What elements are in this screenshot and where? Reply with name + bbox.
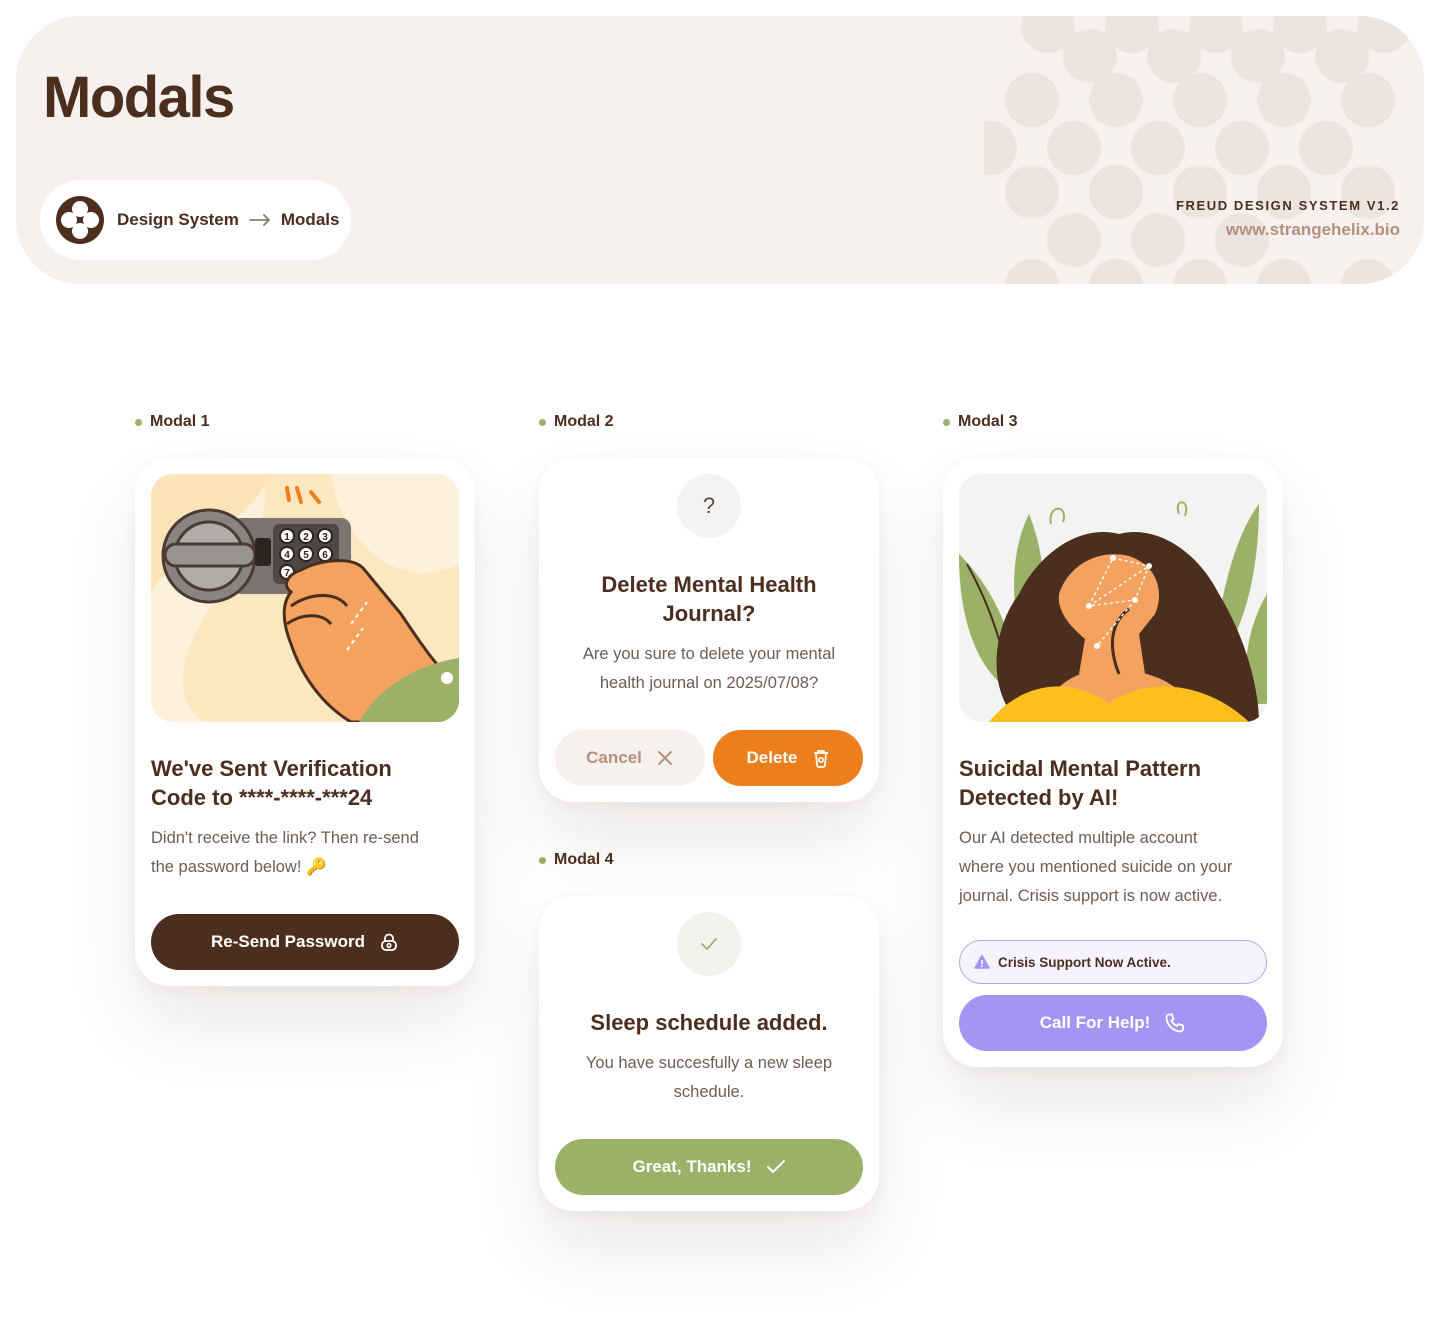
freud-logo-icon bbox=[56, 196, 104, 244]
decorative-dot-pattern bbox=[984, 16, 1411, 284]
crisis-support-alert-text: Crisis Support Now Active. bbox=[998, 954, 1171, 970]
modal-3-label: Modal 3 bbox=[943, 413, 1018, 431]
call-for-help-button[interactable]: Call For Help! bbox=[959, 995, 1267, 1051]
page-header: Modals Design System Modals FREUD DESIGN… bbox=[16, 16, 1424, 284]
breadcrumb-root[interactable]: Design System bbox=[117, 210, 239, 230]
keypad-key-1: 1 bbox=[284, 532, 290, 543]
modal-2-body: Are you sure to delete your mental healt… bbox=[582, 645, 836, 692]
arrow-right-icon bbox=[248, 214, 270, 226]
close-icon bbox=[657, 751, 672, 765]
design-system-version: FREUD DESIGN SYSTEM V1.2 bbox=[1175, 198, 1400, 213]
modal-2-delete-confirm: ? Delete Mental Health Journal? Are you … bbox=[539, 458, 879, 802]
modal-4-label: Modal 4 bbox=[539, 851, 614, 869]
question-icon: ? bbox=[677, 474, 741, 538]
crisis-support-alert: Crisis Support Now Active. bbox=[959, 940, 1267, 984]
modal-2-label: Modal 2 bbox=[539, 413, 614, 431]
modal-1-body: Didn't receive the link? Then re-send th… bbox=[151, 829, 419, 876]
modal-4-title: Sleep schedule added. bbox=[590, 1010, 828, 1035]
keypad-lock-illustration: 1 2 3 4 5 6 7 bbox=[151, 474, 459, 722]
trash-icon bbox=[813, 750, 828, 768]
modal-4-body: You have succesfully a new sleep schedul… bbox=[585, 1054, 833, 1101]
cancel-button[interactable]: Cancel bbox=[555, 730, 705, 786]
keypad-key-5: 5 bbox=[303, 550, 309, 561]
keypad-key-4: 4 bbox=[284, 550, 290, 561]
great-thanks-button[interactable]: Great, Thanks! bbox=[555, 1139, 863, 1195]
keypad-key-2: 2 bbox=[303, 532, 309, 543]
breadcrumb-current: Modals bbox=[280, 210, 340, 229]
checkmark-icon bbox=[766, 1160, 785, 1173]
lock-icon bbox=[381, 933, 397, 951]
keypad-key-3: 3 bbox=[322, 532, 328, 543]
check-circle-icon bbox=[677, 912, 741, 976]
warning-icon bbox=[974, 954, 990, 969]
page-title: Modals bbox=[43, 65, 235, 130]
breadcrumb: Design System Modals bbox=[40, 180, 351, 260]
page-frame: Modals Design System Modals FREUD DESIGN… bbox=[0, 0, 1440, 1339]
keypad-key-6: 6 bbox=[322, 550, 328, 561]
delete-button[interactable]: Delete bbox=[713, 730, 863, 786]
modal-3-crisis-alert: Suicidal Mental Pattern Detected by AI! … bbox=[943, 458, 1283, 1067]
woman-crisis-illustration bbox=[959, 474, 1267, 722]
resend-password-button[interactable]: Re-Send Password bbox=[151, 914, 459, 970]
phone-icon bbox=[1165, 1013, 1185, 1033]
modal-3-body: Our AI detected multiple account where y… bbox=[959, 829, 1233, 905]
website-link[interactable]: www.strangehelix.bio bbox=[1226, 220, 1400, 240]
modal-3-title: Suicidal Mental Pattern Detected by AI! bbox=[959, 756, 1202, 810]
modal-1-verification: 1 2 3 4 5 6 7 We've Sent Verification Co… bbox=[135, 458, 475, 986]
modal-2-title: Delete Mental Health Journal? bbox=[601, 572, 817, 626]
modal-4-success: Sleep schedule added. You have succesful… bbox=[539, 896, 879, 1211]
modal-1-label: Modal 1 bbox=[135, 413, 210, 431]
modal-1-title: We've Sent Verification Code to ****-***… bbox=[151, 756, 392, 810]
